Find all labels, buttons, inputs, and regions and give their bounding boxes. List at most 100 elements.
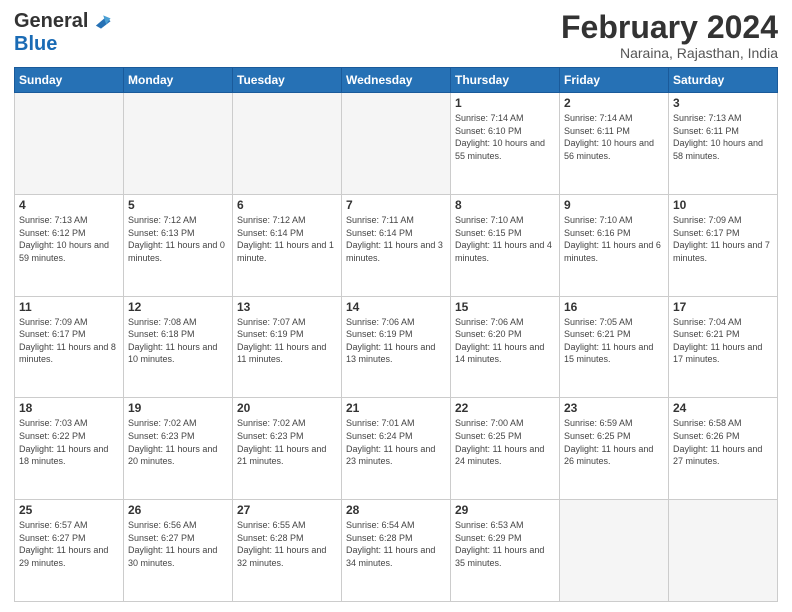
calendar-week-row: 25 Sunrise: 6:57 AM Sunset: 6:27 PM Dayli… [15, 500, 778, 602]
calendar-cell: 29 Sunrise: 6:53 AM Sunset: 6:29 PM Dayli… [451, 500, 560, 602]
calendar-cell [560, 500, 669, 602]
day-number: 16 [564, 300, 664, 314]
day-info: Sunrise: 7:10 AM Sunset: 6:16 PM Dayligh… [564, 214, 664, 264]
day-info: Sunrise: 7:05 AM Sunset: 6:21 PM Dayligh… [564, 316, 664, 366]
calendar-table: Sunday Monday Tuesday Wednesday Thursday… [14, 67, 778, 602]
day-info: Sunrise: 7:03 AM Sunset: 6:22 PM Dayligh… [19, 417, 119, 467]
day-info: Sunrise: 7:14 AM Sunset: 6:11 PM Dayligh… [564, 112, 664, 162]
calendar-cell: 18 Sunrise: 7:03 AM Sunset: 6:22 PM Dayli… [15, 398, 124, 500]
logo-general: General [14, 10, 88, 33]
logo-blue: Blue [14, 33, 57, 56]
page: General Blue February 2024 Naraina, Raja… [0, 0, 792, 612]
day-info: Sunrise: 7:09 AM Sunset: 6:17 PM Dayligh… [673, 214, 773, 264]
day-number: 17 [673, 300, 773, 314]
calendar-cell [15, 93, 124, 195]
logo-bird-icon [90, 11, 112, 33]
calendar-week-row: 18 Sunrise: 7:03 AM Sunset: 6:22 PM Dayli… [15, 398, 778, 500]
day-number: 1 [455, 96, 555, 110]
calendar-cell: 10Sunrise: 7:09 AM Sunset: 6:17 PM Dayli… [669, 194, 778, 296]
day-number: 18 [19, 401, 119, 415]
day-number: 25 [19, 503, 119, 517]
calendar-cell: 21 Sunrise: 7:01 AM Sunset: 6:24 PM Dayli… [342, 398, 451, 500]
calendar-cell: 24 Sunrise: 6:58 AM Sunset: 6:26 PM Dayli… [669, 398, 778, 500]
logo: General Blue [14, 10, 112, 56]
day-number: 7 [346, 198, 446, 212]
day-number: 27 [237, 503, 337, 517]
day-number: 8 [455, 198, 555, 212]
day-number: 22 [455, 401, 555, 415]
day-number: 19 [128, 401, 228, 415]
calendar-cell: 5 Sunrise: 7:12 AM Sunset: 6:13 PM Daylig… [124, 194, 233, 296]
day-info: Sunrise: 7:06 AM Sunset: 6:19 PM Dayligh… [346, 316, 446, 366]
day-number: 24 [673, 401, 773, 415]
calendar-cell [233, 93, 342, 195]
calendar-cell: 13 Sunrise: 7:07 AM Sunset: 6:19 PM Dayli… [233, 296, 342, 398]
day-number: 26 [128, 503, 228, 517]
day-number: 12 [128, 300, 228, 314]
day-info: Sunrise: 7:13 AM Sunset: 6:11 PM Dayligh… [673, 112, 773, 162]
calendar-cell: 27 Sunrise: 6:55 AM Sunset: 6:28 PM Dayli… [233, 500, 342, 602]
calendar-cell: 17 Sunrise: 7:04 AM Sunset: 6:21 PM Dayli… [669, 296, 778, 398]
day-info: Sunrise: 7:06 AM Sunset: 6:20 PM Dayligh… [455, 316, 555, 366]
calendar-cell: 15 Sunrise: 7:06 AM Sunset: 6:20 PM Dayli… [451, 296, 560, 398]
calendar-cell: 2 Sunrise: 7:14 AM Sunset: 6:11 PM Daylig… [560, 93, 669, 195]
calendar-cell: 6 Sunrise: 7:12 AM Sunset: 6:14 PM Daylig… [233, 194, 342, 296]
day-number: 29 [455, 503, 555, 517]
calendar-cell [124, 93, 233, 195]
calendar-week-row: 4Sunrise: 7:13 AM Sunset: 6:12 PM Daylig… [15, 194, 778, 296]
day-number: 20 [237, 401, 337, 415]
day-info: Sunrise: 6:54 AM Sunset: 6:28 PM Dayligh… [346, 519, 446, 569]
subtitle: Naraina, Rajasthan, India [561, 45, 778, 61]
day-info: Sunrise: 6:53 AM Sunset: 6:29 PM Dayligh… [455, 519, 555, 569]
day-number: 9 [564, 198, 664, 212]
day-number: 14 [346, 300, 446, 314]
day-info: Sunrise: 7:07 AM Sunset: 6:19 PM Dayligh… [237, 316, 337, 366]
day-info: Sunrise: 6:59 AM Sunset: 6:25 PM Dayligh… [564, 417, 664, 467]
day-info: Sunrise: 7:09 AM Sunset: 6:17 PM Dayligh… [19, 316, 119, 366]
day-info: Sunrise: 7:08 AM Sunset: 6:18 PM Dayligh… [128, 316, 228, 366]
calendar-cell: 25 Sunrise: 6:57 AM Sunset: 6:27 PM Dayli… [15, 500, 124, 602]
day-info: Sunrise: 6:56 AM Sunset: 6:27 PM Dayligh… [128, 519, 228, 569]
col-sunday: Sunday [15, 68, 124, 93]
day-info: Sunrise: 7:04 AM Sunset: 6:21 PM Dayligh… [673, 316, 773, 366]
day-info: Sunrise: 7:00 AM Sunset: 6:25 PM Dayligh… [455, 417, 555, 467]
calendar-week-row: 1 Sunrise: 7:14 AM Sunset: 6:10 PM Daylig… [15, 93, 778, 195]
day-info: Sunrise: 7:02 AM Sunset: 6:23 PM Dayligh… [128, 417, 228, 467]
calendar-cell: 28Sunrise: 6:54 AM Sunset: 6:28 PM Dayli… [342, 500, 451, 602]
day-number: 5 [128, 198, 228, 212]
day-info: Sunrise: 6:57 AM Sunset: 6:27 PM Dayligh… [19, 519, 119, 569]
calendar-cell [669, 500, 778, 602]
col-tuesday: Tuesday [233, 68, 342, 93]
calendar-header-row: Sunday Monday Tuesday Wednesday Thursday… [15, 68, 778, 93]
main-title: February 2024 [561, 10, 778, 45]
day-info: Sunrise: 7:12 AM Sunset: 6:13 PM Dayligh… [128, 214, 228, 264]
day-number: 3 [673, 96, 773, 110]
day-info: Sunrise: 7:10 AM Sunset: 6:15 PM Dayligh… [455, 214, 555, 264]
calendar-cell: 16 Sunrise: 7:05 AM Sunset: 6:21 PM Dayli… [560, 296, 669, 398]
calendar-cell: 1 Sunrise: 7:14 AM Sunset: 6:10 PM Daylig… [451, 93, 560, 195]
calendar-cell: 23 Sunrise: 6:59 AM Sunset: 6:25 PM Dayli… [560, 398, 669, 500]
day-number: 6 [237, 198, 337, 212]
day-info: Sunrise: 6:58 AM Sunset: 6:26 PM Dayligh… [673, 417, 773, 467]
day-number: 2 [564, 96, 664, 110]
calendar-cell: 19 Sunrise: 7:02 AM Sunset: 6:23 PM Dayli… [124, 398, 233, 500]
day-info: Sunrise: 7:14 AM Sunset: 6:10 PM Dayligh… [455, 112, 555, 162]
calendar-cell: 22 Sunrise: 7:00 AM Sunset: 6:25 PM Dayli… [451, 398, 560, 500]
calendar-cell: 14 Sunrise: 7:06 AM Sunset: 6:19 PM Dayli… [342, 296, 451, 398]
col-thursday: Thursday [451, 68, 560, 93]
calendar-cell: 26 Sunrise: 6:56 AM Sunset: 6:27 PM Dayli… [124, 500, 233, 602]
day-number: 23 [564, 401, 664, 415]
calendar-cell [342, 93, 451, 195]
day-number: 15 [455, 300, 555, 314]
col-wednesday: Wednesday [342, 68, 451, 93]
day-info: Sunrise: 7:01 AM Sunset: 6:24 PM Dayligh… [346, 417, 446, 467]
calendar-cell: 11Sunrise: 7:09 AM Sunset: 6:17 PM Dayli… [15, 296, 124, 398]
calendar-cell: 7Sunrise: 7:11 AM Sunset: 6:14 PM Daylig… [342, 194, 451, 296]
col-saturday: Saturday [669, 68, 778, 93]
calendar-week-row: 11Sunrise: 7:09 AM Sunset: 6:17 PM Dayli… [15, 296, 778, 398]
day-info: Sunrise: 7:13 AM Sunset: 6:12 PM Dayligh… [19, 214, 119, 264]
day-number: 13 [237, 300, 337, 314]
day-info: Sunrise: 6:55 AM Sunset: 6:28 PM Dayligh… [237, 519, 337, 569]
day-number: 21 [346, 401, 446, 415]
day-info: Sunrise: 7:12 AM Sunset: 6:14 PM Dayligh… [237, 214, 337, 264]
